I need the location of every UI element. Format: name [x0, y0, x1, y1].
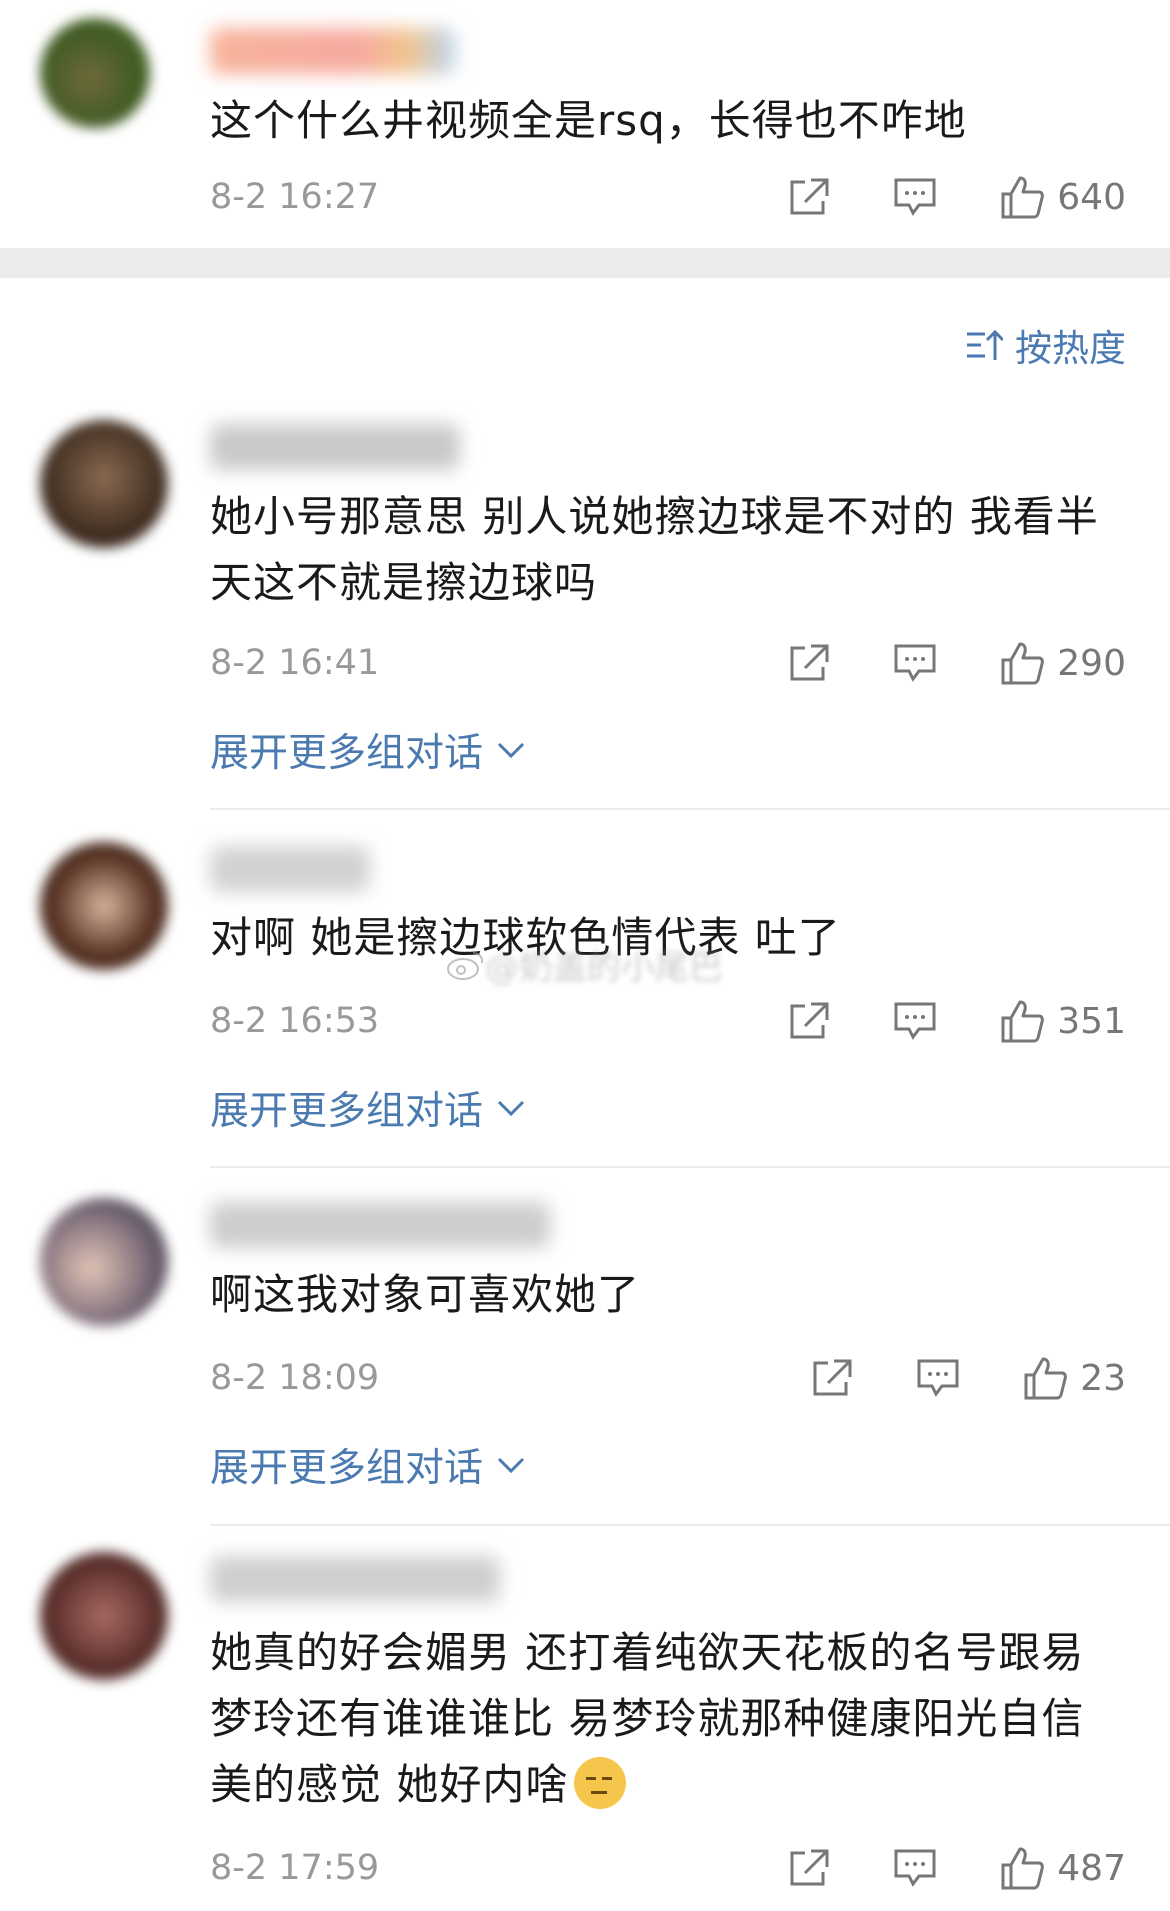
comment-time: 8-2 16:27 — [210, 177, 380, 217]
share-icon — [790, 644, 829, 681]
reply-button[interactable] — [893, 1000, 937, 1042]
username-blurred[interactable] — [210, 1556, 500, 1602]
comment-time: 8-2 18:09 — [210, 1358, 380, 1398]
comment-time: 8-2 17:59 — [210, 1848, 380, 1888]
comment-icon — [894, 1849, 936, 1887]
share-icon — [790, 1002, 829, 1039]
sort-icon — [967, 329, 1003, 360]
watermark-text: @奶盖的小尾巴 — [485, 948, 723, 988]
share-button[interactable] — [787, 176, 831, 218]
avatar[interactable] — [40, 842, 168, 970]
avatar[interactable] — [40, 1198, 168, 1326]
username-blurred[interactable] — [210, 424, 460, 470]
sort-label: 按热度 — [1015, 327, 1126, 370]
avatar[interactable] — [40, 1552, 168, 1680]
comment-icon — [917, 1359, 959, 1397]
thumbs-up-icon — [1024, 1357, 1068, 1400]
reply-button[interactable] — [893, 642, 937, 684]
comment-text: 啊这我对象可喜欢她了 — [210, 1270, 641, 1319]
share-icon — [790, 1849, 829, 1886]
like-button[interactable]: 640 — [999, 174, 1126, 220]
like-button[interactable]: 290 — [999, 640, 1126, 686]
like-button[interactable]: 351 — [999, 998, 1126, 1044]
comment-icon — [894, 1002, 936, 1040]
comment-icon — [894, 644, 936, 682]
reply-button[interactable] — [916, 1357, 960, 1399]
reply-button[interactable] — [893, 176, 937, 218]
like-button[interactable]: 23 — [1022, 1355, 1126, 1401]
like-count: 351 — [1057, 1000, 1126, 1042]
comment-meta: 8-2 16:53 351 — [210, 996, 1126, 1046]
comment-text: 她小号那意思 别人说她擦边球是不对的 我看半天这不就是擦边球吗 — [210, 492, 1099, 607]
share-button[interactable] — [787, 1000, 831, 1042]
expand-conversation-link[interactable]: 展开更多组对话 — [210, 1080, 525, 1136]
expand-conversation-link[interactable]: 展开更多组对话 — [210, 722, 525, 778]
chevron-down-icon — [497, 742, 525, 759]
comment-text-wrap: 她真的好会媚男 还打着纯欲天花板的名号跟易梦玲还有谁谁谁比 易梦玲就那种健康阳光… — [210, 1620, 1110, 1818]
comment-time: 8-2 16:41 — [210, 643, 380, 683]
comment-meta: 8-2 17:59 487 — [210, 1843, 1126, 1893]
divider — [210, 808, 1170, 810]
section-separator — [0, 248, 1170, 278]
emoji-icon — [574, 1757, 627, 1809]
thumbs-up-icon — [1001, 1000, 1045, 1043]
like-count: 290 — [1057, 642, 1126, 684]
top-comment: 这个什么井视频全是rsq，长得也不咋地 8-2 16:27 640 — [0, 0, 1170, 248]
watermark: @奶盖的小尾巴 — [445, 940, 723, 989]
sort-by-hot-button[interactable]: 按热度 — [965, 318, 1126, 372]
avatar[interactable] — [40, 420, 168, 548]
share-button[interactable] — [810, 1357, 854, 1399]
thumbs-up-icon — [1001, 642, 1045, 685]
like-count: 487 — [1057, 1847, 1126, 1889]
username-blurred[interactable] — [210, 1202, 550, 1248]
expand-label: 展开更多组对话 — [210, 731, 484, 776]
comment-time: 8-2 16:53 — [210, 1001, 380, 1041]
expand-label: 展开更多组对话 — [210, 1089, 484, 1134]
divider — [210, 1524, 1170, 1526]
expand-conversation-link[interactable]: 展开更多组对话 — [210, 1437, 525, 1493]
comment-meta: 8-2 16:41 290 — [210, 638, 1126, 688]
comment-text: 她真的好会媚男 还打着纯欲天花板的名号跟易梦玲还有谁谁谁比 易梦玲就那种健康阳光… — [210, 1628, 1085, 1809]
like-button[interactable]: 487 — [999, 1845, 1126, 1891]
thumbs-up-icon — [1001, 1847, 1045, 1890]
comment-text: 这个什么井视频全是rsq，长得也不咋地 — [210, 96, 967, 145]
weibo-logo-icon — [447, 951, 484, 980]
comment-icon — [894, 178, 936, 216]
divider — [210, 1166, 1170, 1168]
thumbs-up-icon — [1001, 176, 1045, 219]
expand-label: 展开更多组对话 — [210, 1446, 484, 1491]
avatar[interactable] — [40, 18, 150, 128]
share-button[interactable] — [787, 642, 831, 684]
chevron-down-icon — [497, 1457, 525, 1474]
like-count: 23 — [1080, 1357, 1126, 1399]
username-blurred[interactable] — [210, 28, 455, 74]
share-button[interactable] — [787, 1847, 831, 1889]
share-icon — [790, 178, 829, 215]
comment-meta: 8-2 18:09 23 — [210, 1353, 1126, 1403]
reply-button[interactable] — [893, 1847, 937, 1889]
share-icon — [813, 1359, 852, 1396]
username-blurred[interactable] — [210, 846, 370, 892]
comment-meta: 8-2 16:27 640 — [210, 172, 1126, 222]
chevron-down-icon — [497, 1100, 525, 1117]
like-count: 640 — [1057, 176, 1126, 218]
